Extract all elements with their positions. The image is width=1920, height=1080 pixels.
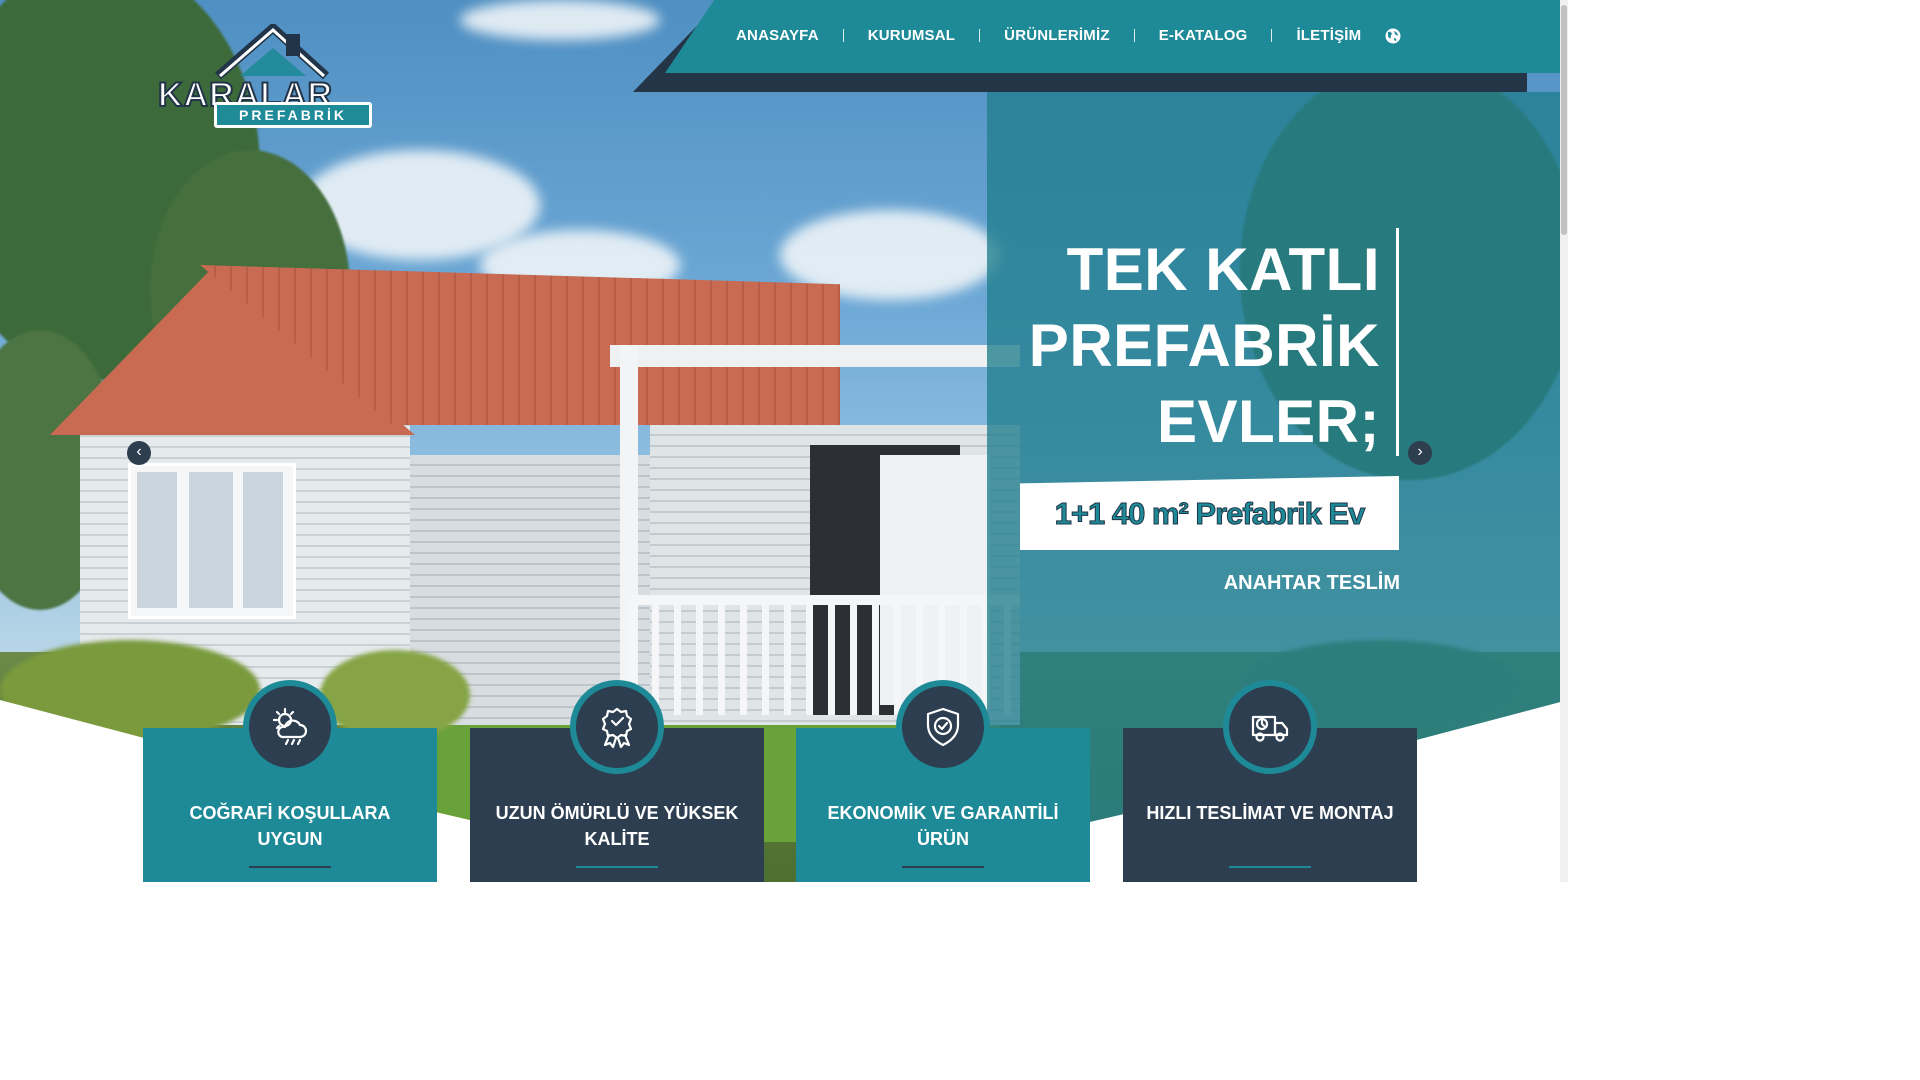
- scrollbar-track[interactable]: [1560, 0, 1568, 882]
- chevron-left-icon: ‹: [136, 443, 142, 460]
- feature-label: COĞRAFİ KOŞULLARA UYGUN: [189, 803, 391, 849]
- logo-badge: PREFABRİK: [214, 102, 372, 128]
- hero-title: TEK KATLI PREFABRİK EVLER;: [880, 232, 1380, 460]
- nav-item-e-katalog[interactable]: E-KATALOG: [1159, 27, 1248, 44]
- feature-underline: [576, 866, 658, 868]
- shield-check-icon: [896, 680, 990, 774]
- chevron-right-icon: ›: [1417, 443, 1423, 460]
- hero-title-line: PREFABRİK: [1028, 312, 1380, 379]
- nav-separator: [1271, 29, 1273, 42]
- delivery-truck-icon: [1223, 680, 1317, 774]
- logo-sub: PREFABRİK: [239, 107, 347, 123]
- hero-title-line: EVLER;: [1156, 388, 1380, 455]
- main-nav: ANASAYFA KURUMSAL ÜRÜNLERİMİZ E-KATALOG …: [736, 27, 1401, 44]
- feature-underline: [249, 866, 331, 868]
- feature-card-geography[interactable]: COĞRAFİ KOŞULLARA UYGUN: [143, 680, 437, 882]
- feature-label: HIZLI TESLİMAT VE MONTAJ: [1146, 803, 1394, 823]
- product-tag: 1+1 40 m² Prefabrik Ev: [1054, 496, 1366, 532]
- feature-label: UZUN ÖMÜRLÜ VE YÜKSEK KALİTE: [495, 803, 739, 849]
- nav-separator: [1133, 29, 1135, 42]
- bush: [320, 650, 470, 740]
- hero-title-line: TEK KATLI: [1066, 236, 1380, 303]
- nav-item-anasayfa[interactable]: ANASAYFA: [736, 27, 819, 44]
- feature-card-quality[interactable]: UZUN ÖMÜRLÜ VE YÜKSEK KALİTE: [470, 680, 764, 882]
- nav-separator: [979, 29, 981, 42]
- cloud: [460, 0, 660, 40]
- nav-item-urunlerimiz[interactable]: ÜRÜNLERİMİZ: [1004, 27, 1110, 44]
- slider-next-button[interactable]: ›: [1408, 441, 1432, 465]
- nav-separator: [842, 29, 844, 42]
- slider-prev-button[interactable]: ‹: [127, 441, 151, 465]
- feature-underline: [902, 866, 984, 868]
- award-icon: [570, 680, 664, 774]
- nav-item-iletisim[interactable]: İLETİŞİM: [1296, 27, 1361, 44]
- scrollbar-thumb[interactable]: [1561, 5, 1567, 235]
- feature-card-delivery[interactable]: HIZLI TESLİMAT VE MONTAJ: [1123, 680, 1417, 882]
- globe-icon[interactable]: [1385, 28, 1401, 44]
- title-accent-line: [1396, 228, 1399, 456]
- feature-underline: [1229, 866, 1311, 868]
- nav-item-kurumsal[interactable]: KURUMSAL: [868, 27, 955, 44]
- hero-subtitle: ANAHTAR TESLİM: [1223, 572, 1400, 594]
- weather-icon: [243, 680, 337, 774]
- feature-card-economic[interactable]: EKONOMİK VE GARANTİLİ ÜRÜN: [796, 680, 1090, 882]
- logo[interactable]: KARALAR PREFABRİK: [157, 24, 374, 132]
- feature-label: EKONOMİK VE GARANTİLİ ÜRÜN: [827, 803, 1059, 849]
